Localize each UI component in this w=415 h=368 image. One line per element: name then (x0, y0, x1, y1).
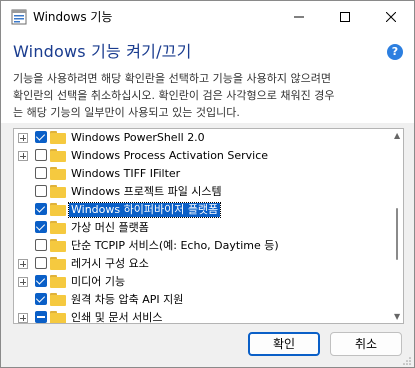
description-line: 기능을 사용하려면 해당 확인란을 선택하고 기능을 사용하지 않으려면 (13, 72, 331, 85)
description-line: 확인란의 선택을 취소하십시오. 확인란이 검은 사각형으로 채워진 경우 (13, 89, 335, 102)
feature-label[interactable]: 레거시 구성 요소 (69, 257, 151, 271)
feature-label[interactable]: 원격 차등 압축 API 지원 (69, 293, 185, 307)
feature-checkbox[interactable] (35, 221, 47, 233)
feature-label[interactable]: Windows 하이퍼바이저 플랫폼 (67, 202, 222, 218)
close-button[interactable] (368, 1, 414, 33)
description-line: 는 해당 기능의 일부만이 사용되고 있는 것입니다. (13, 106, 240, 119)
help-icon[interactable]: ? (387, 44, 403, 60)
expand-icon[interactable] (18, 133, 28, 143)
feature-row-projected-fs[interactable]: Windows 프로젝트 파일 시스템 (14, 183, 403, 201)
close-icon (386, 12, 396, 22)
folder-icon (50, 239, 66, 252)
feature-label[interactable]: Windows TIFF IFilter (69, 167, 182, 181)
title-bar[interactable]: Windows 기능 (1, 1, 414, 33)
feature-checkbox[interactable] (35, 131, 47, 143)
minimize-icon (294, 16, 304, 18)
cancel-button[interactable]: 취소 (330, 332, 402, 356)
windows-features-dialog: Windows 기능 Windows 기능 켜기/끄기 ? 기능을 사용하려면 … (0, 0, 415, 368)
feature-label[interactable]: 가상 머신 플랫폼 (69, 221, 151, 235)
feature-row-powershell[interactable]: Windows PowerShell 2.0 (14, 129, 403, 147)
maximize-icon (340, 12, 350, 22)
folder-icon (50, 293, 66, 306)
expand-icon[interactable] (18, 259, 28, 269)
feature-label[interactable]: Windows Process Activation Service (69, 149, 270, 163)
feature-checkbox[interactable] (35, 203, 47, 215)
feature-row-legacy-components[interactable]: 레거시 구성 요소 (14, 255, 403, 273)
windows-features-icon (11, 9, 27, 25)
feature-row-simple-tcpip[interactable]: 단순 TCPIP 서비스(예: Echo, Daytime 등) (14, 237, 403, 255)
expand-icon[interactable] (18, 277, 28, 287)
feature-checkbox[interactable] (35, 311, 47, 323)
expand-icon[interactable] (18, 151, 28, 161)
window-title: Windows 기능 (33, 10, 113, 24)
folder-icon (50, 185, 66, 198)
feature-checkbox[interactable] (35, 275, 47, 287)
feature-row-print-document-services[interactable]: 인쇄 및 문서 서비스 (14, 309, 403, 323)
feature-label[interactable]: 단순 TCPIP 서비스(예: Echo, Daytime 등) (69, 239, 281, 253)
feature-row-hypervisor-platform[interactable]: Windows 하이퍼바이저 플랫폼 (14, 201, 403, 219)
minimize-button[interactable] (276, 1, 322, 33)
feature-row-process-activation[interactable]: Windows Process Activation Service (14, 147, 403, 165)
folder-icon (50, 257, 66, 270)
ok-button[interactable]: 확인 (248, 332, 320, 356)
feature-label[interactable]: 인쇄 및 문서 서비스 (69, 311, 164, 323)
feature-row-rdc-api[interactable]: 원격 차등 압축 API 지원 (14, 291, 403, 309)
feature-checkbox[interactable] (35, 149, 47, 161)
resize-grip-icon[interactable] (403, 357, 411, 365)
expand-icon[interactable] (18, 313, 28, 323)
feature-row-media-features[interactable]: 미디어 기능 (14, 273, 403, 291)
folder-icon (50, 167, 66, 180)
folder-icon (50, 131, 66, 144)
maximize-button[interactable] (322, 1, 368, 33)
feature-checkbox[interactable] (35, 185, 47, 197)
feature-checkbox[interactable] (35, 239, 47, 251)
folder-icon (50, 221, 66, 234)
feature-label[interactable]: 미디어 기능 (69, 275, 127, 289)
scroll-up-icon[interactable]: ▲ (394, 131, 400, 140)
scrollbar-thumb[interactable] (396, 208, 398, 260)
feature-row-tiff-ifilter[interactable]: Windows TIFF IFilter (14, 165, 403, 183)
feature-checkbox[interactable] (35, 257, 47, 269)
folder-icon (50, 311, 66, 323)
feature-row-virtual-machine-platform[interactable]: 가상 머신 플랫폼 (14, 219, 403, 237)
folder-icon (50, 149, 66, 162)
feature-label[interactable]: Windows 프로젝트 파일 시스템 (69, 185, 224, 199)
feature-label[interactable]: Windows PowerShell 2.0 (69, 131, 207, 145)
feature-checkbox[interactable] (35, 167, 47, 179)
folder-icon (50, 275, 66, 288)
page-title: Windows 기능 켜기/끄기 (13, 42, 192, 61)
feature-tree[interactable]: Windows PowerShell 2.0 Windows Process A… (13, 128, 404, 324)
scroll-down-icon[interactable]: ▼ (394, 312, 400, 321)
folder-icon (50, 203, 66, 216)
description: 기능을 사용하려면 해당 확인란을 선택하고 기능을 사용하지 않으려면 확인란… (13, 70, 408, 121)
feature-checkbox[interactable] (35, 293, 47, 305)
